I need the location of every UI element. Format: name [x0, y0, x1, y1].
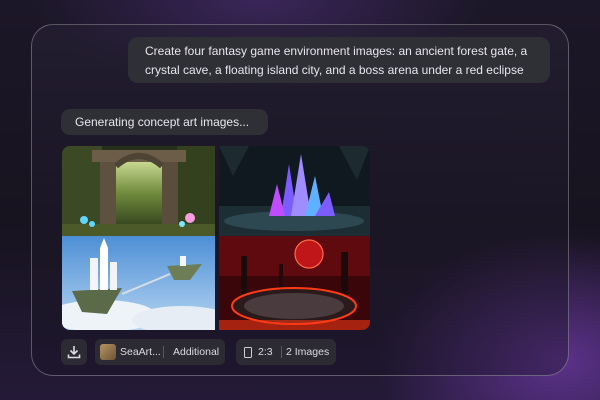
aspect-ratio-label: 2:3 — [258, 346, 273, 358]
download-button[interactable] — [61, 339, 87, 365]
user-prompt-line-2: crystal cave, a floating island city, an… — [145, 63, 524, 77]
divider — [163, 346, 164, 358]
image-forest-gate[interactable] — [62, 146, 215, 237]
model-name: SeaArt... — [120, 346, 161, 358]
image-red-eclipse-arena[interactable] — [219, 236, 370, 330]
additional-option[interactable]: Additional — [173, 339, 219, 365]
download-icon — [67, 346, 81, 359]
model-selector[interactable]: SeaArt... Additional — [95, 339, 225, 365]
generation-status: Generating concept art images... — [61, 109, 268, 135]
aspect-ratio-icon — [244, 347, 252, 358]
image-floating-island-city[interactable] — [62, 236, 215, 330]
user-prompt-line-1: Create four fantasy game environment ima… — [145, 44, 528, 58]
image-count-label: 2 Images — [286, 346, 330, 358]
model-avatar — [100, 344, 116, 360]
divider — [281, 346, 282, 358]
user-prompt-bubble: Create four fantasy game environment ima… — [128, 37, 550, 83]
image-grid — [62, 146, 370, 330]
image-crystal-cave[interactable] — [219, 146, 370, 237]
ratio-count-selector[interactable]: 2:3 2 Images — [236, 339, 336, 365]
